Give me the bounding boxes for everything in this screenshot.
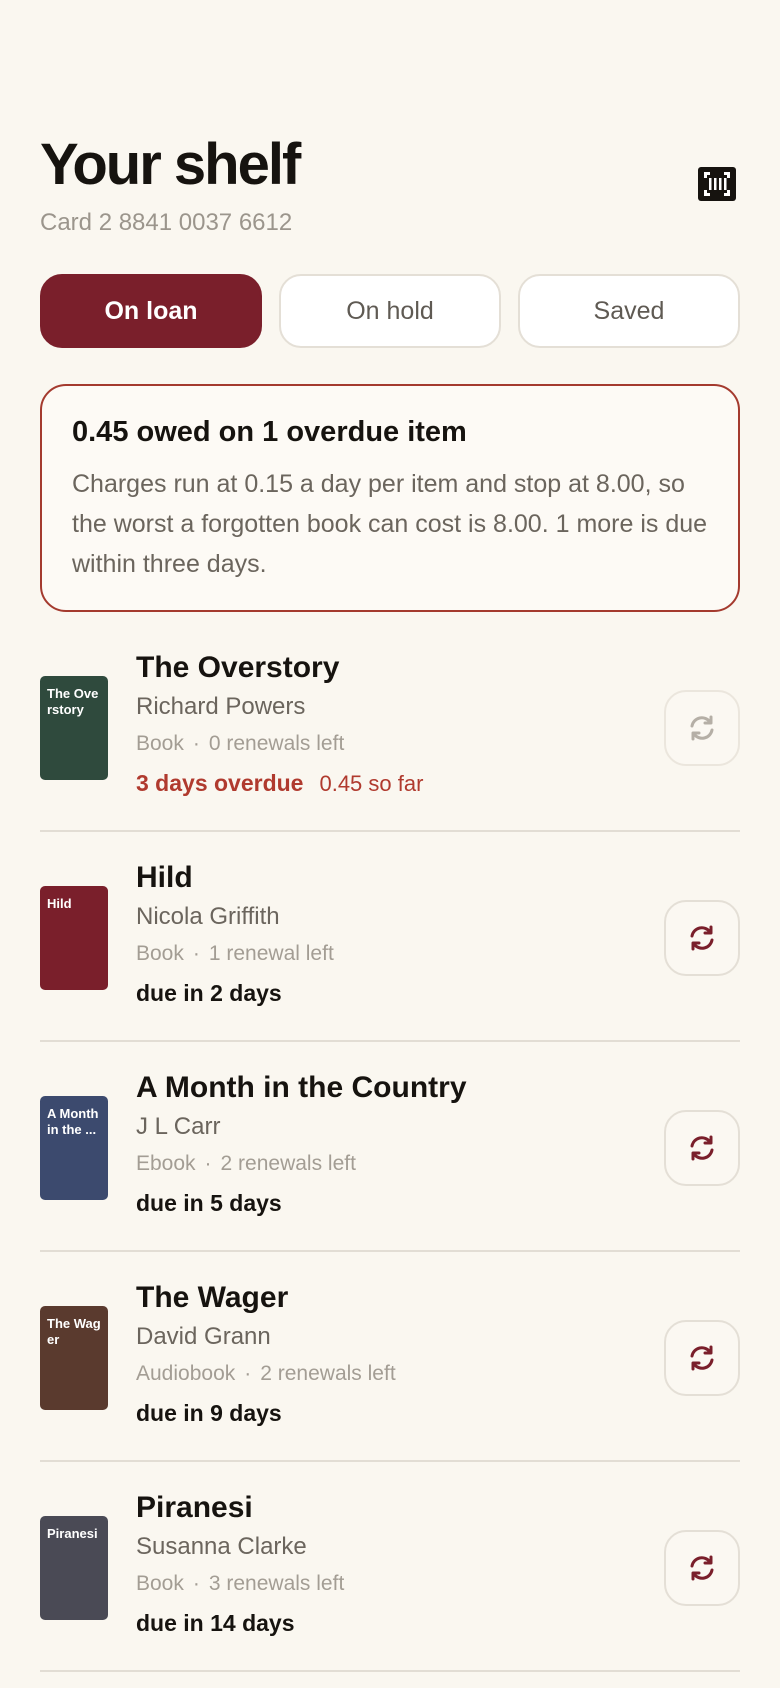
book-meta: Audiobook · 2 renewals left	[136, 1360, 396, 1388]
book-title: Hild	[136, 861, 193, 894]
renewals-left: 3 renewals left	[208, 1572, 345, 1595]
book-meta: Book · 3 renewals left	[136, 1570, 344, 1598]
book-format: Book	[136, 1572, 184, 1595]
tab-on-hold[interactable]: On hold	[279, 274, 501, 348]
due-status: due in 9 days	[136, 1400, 282, 1426]
due-row: 3 days overdue 0.45 so far	[136, 768, 423, 802]
due-status: due in 2 days	[136, 980, 282, 1006]
due-row: due in 2 days	[136, 978, 282, 1012]
book-author: David Grann	[136, 1323, 271, 1350]
renew-button[interactable]	[664, 1110, 740, 1186]
renew-icon	[690, 925, 714, 951]
renewals-left: 2 renewals left	[260, 1362, 396, 1385]
renew-icon	[690, 1555, 714, 1581]
due-status: due in 14 days	[136, 1610, 295, 1636]
book-author: Richard Powers	[136, 693, 306, 720]
renew-icon	[690, 715, 714, 741]
barcode-scan-icon[interactable]	[696, 164, 738, 204]
renew-button[interactable]	[664, 690, 740, 766]
book-meta: Book · 1 renewal left	[136, 940, 334, 968]
loan-item[interactable]: Hild Hild Nicola Griffith Book · 1 renewal…	[40, 832, 740, 1042]
book-format: Audiobook	[136, 1362, 236, 1385]
loan-list: The Overstory The Overstory Richard Powe…	[40, 622, 740, 1672]
renew-button[interactable]	[664, 1320, 740, 1396]
due-row: due in 14 days	[136, 1608, 295, 1642]
renew-icon	[690, 1135, 714, 1161]
meta-separator: ·	[204, 1152, 212, 1175]
due-row: due in 5 days	[136, 1188, 282, 1222]
page-header: Your shelf Card 2 8841 0037 6612	[40, 130, 740, 240]
renewals-left: 0 renewals left	[208, 732, 345, 755]
loan-item[interactable]: The Overstory The Overstory Richard Powe…	[40, 622, 740, 832]
notice-body: Charges run at 0.15 a day per item and s…	[72, 470, 708, 578]
book-cover: The Wager	[40, 1306, 108, 1410]
meta-separator: ·	[192, 1572, 200, 1595]
renewals-left: 2 renewals left	[220, 1152, 356, 1175]
shelf-tabs: On loan On hold Saved	[40, 274, 740, 348]
book-title: Piranesi	[136, 1491, 253, 1524]
book-format: Book	[136, 732, 184, 755]
book-cover: Piranesi	[40, 1516, 108, 1620]
book-cover: Hild	[40, 886, 108, 990]
book-meta: Book · 0 renewals left	[136, 730, 344, 758]
meta-separator: ·	[192, 732, 200, 755]
book-author: Susanna Clarke	[136, 1533, 307, 1560]
renew-button[interactable]	[664, 900, 740, 976]
book-title: The Overstory	[136, 651, 340, 684]
book-title: The Wager	[136, 1281, 289, 1314]
meta-separator: ·	[244, 1362, 252, 1385]
renew-icon	[690, 1345, 714, 1371]
tab-saved[interactable]: Saved	[518, 274, 740, 348]
book-meta: Ebook · 2 renewals left	[136, 1150, 356, 1178]
due-status: due in 5 days	[136, 1190, 282, 1216]
renewals-left: 1 renewal left	[208, 942, 334, 965]
book-format: Ebook	[136, 1152, 196, 1175]
meta-separator: ·	[192, 942, 200, 965]
notice-title: 0.45 owed on 1 overdue item	[72, 416, 467, 448]
library-card-number: Card 2 8841 0037 6612	[40, 209, 293, 236]
fine-so-far: 0.45 so far	[319, 771, 424, 796]
due-row: due in 9 days	[136, 1398, 282, 1432]
renew-button[interactable]	[664, 1530, 740, 1606]
book-cover: A Month in the ...	[40, 1096, 108, 1200]
book-author: J L Carr	[136, 1113, 221, 1140]
book-cover: The Overstory	[40, 676, 108, 780]
book-title: A Month in the Country	[136, 1071, 467, 1104]
loan-item[interactable]: A Month in the ... A Month in the Countr…	[40, 1042, 740, 1252]
tab-on-loan[interactable]: On loan	[40, 274, 262, 348]
loan-item[interactable]: Piranesi Piranesi Susanna Clarke Book · 3 …	[40, 1462, 740, 1672]
loan-item[interactable]: The Wager The Wager David Grann Audioboo…	[40, 1252, 740, 1462]
page-title: Your shelf	[40, 132, 301, 197]
overdue-notice: 0.45 owed on 1 overdue item Charges run …	[40, 384, 740, 612]
book-format: Book	[136, 942, 184, 965]
due-status: 3 days overdue	[136, 770, 304, 796]
book-author: Nicola Griffith	[136, 903, 280, 930]
